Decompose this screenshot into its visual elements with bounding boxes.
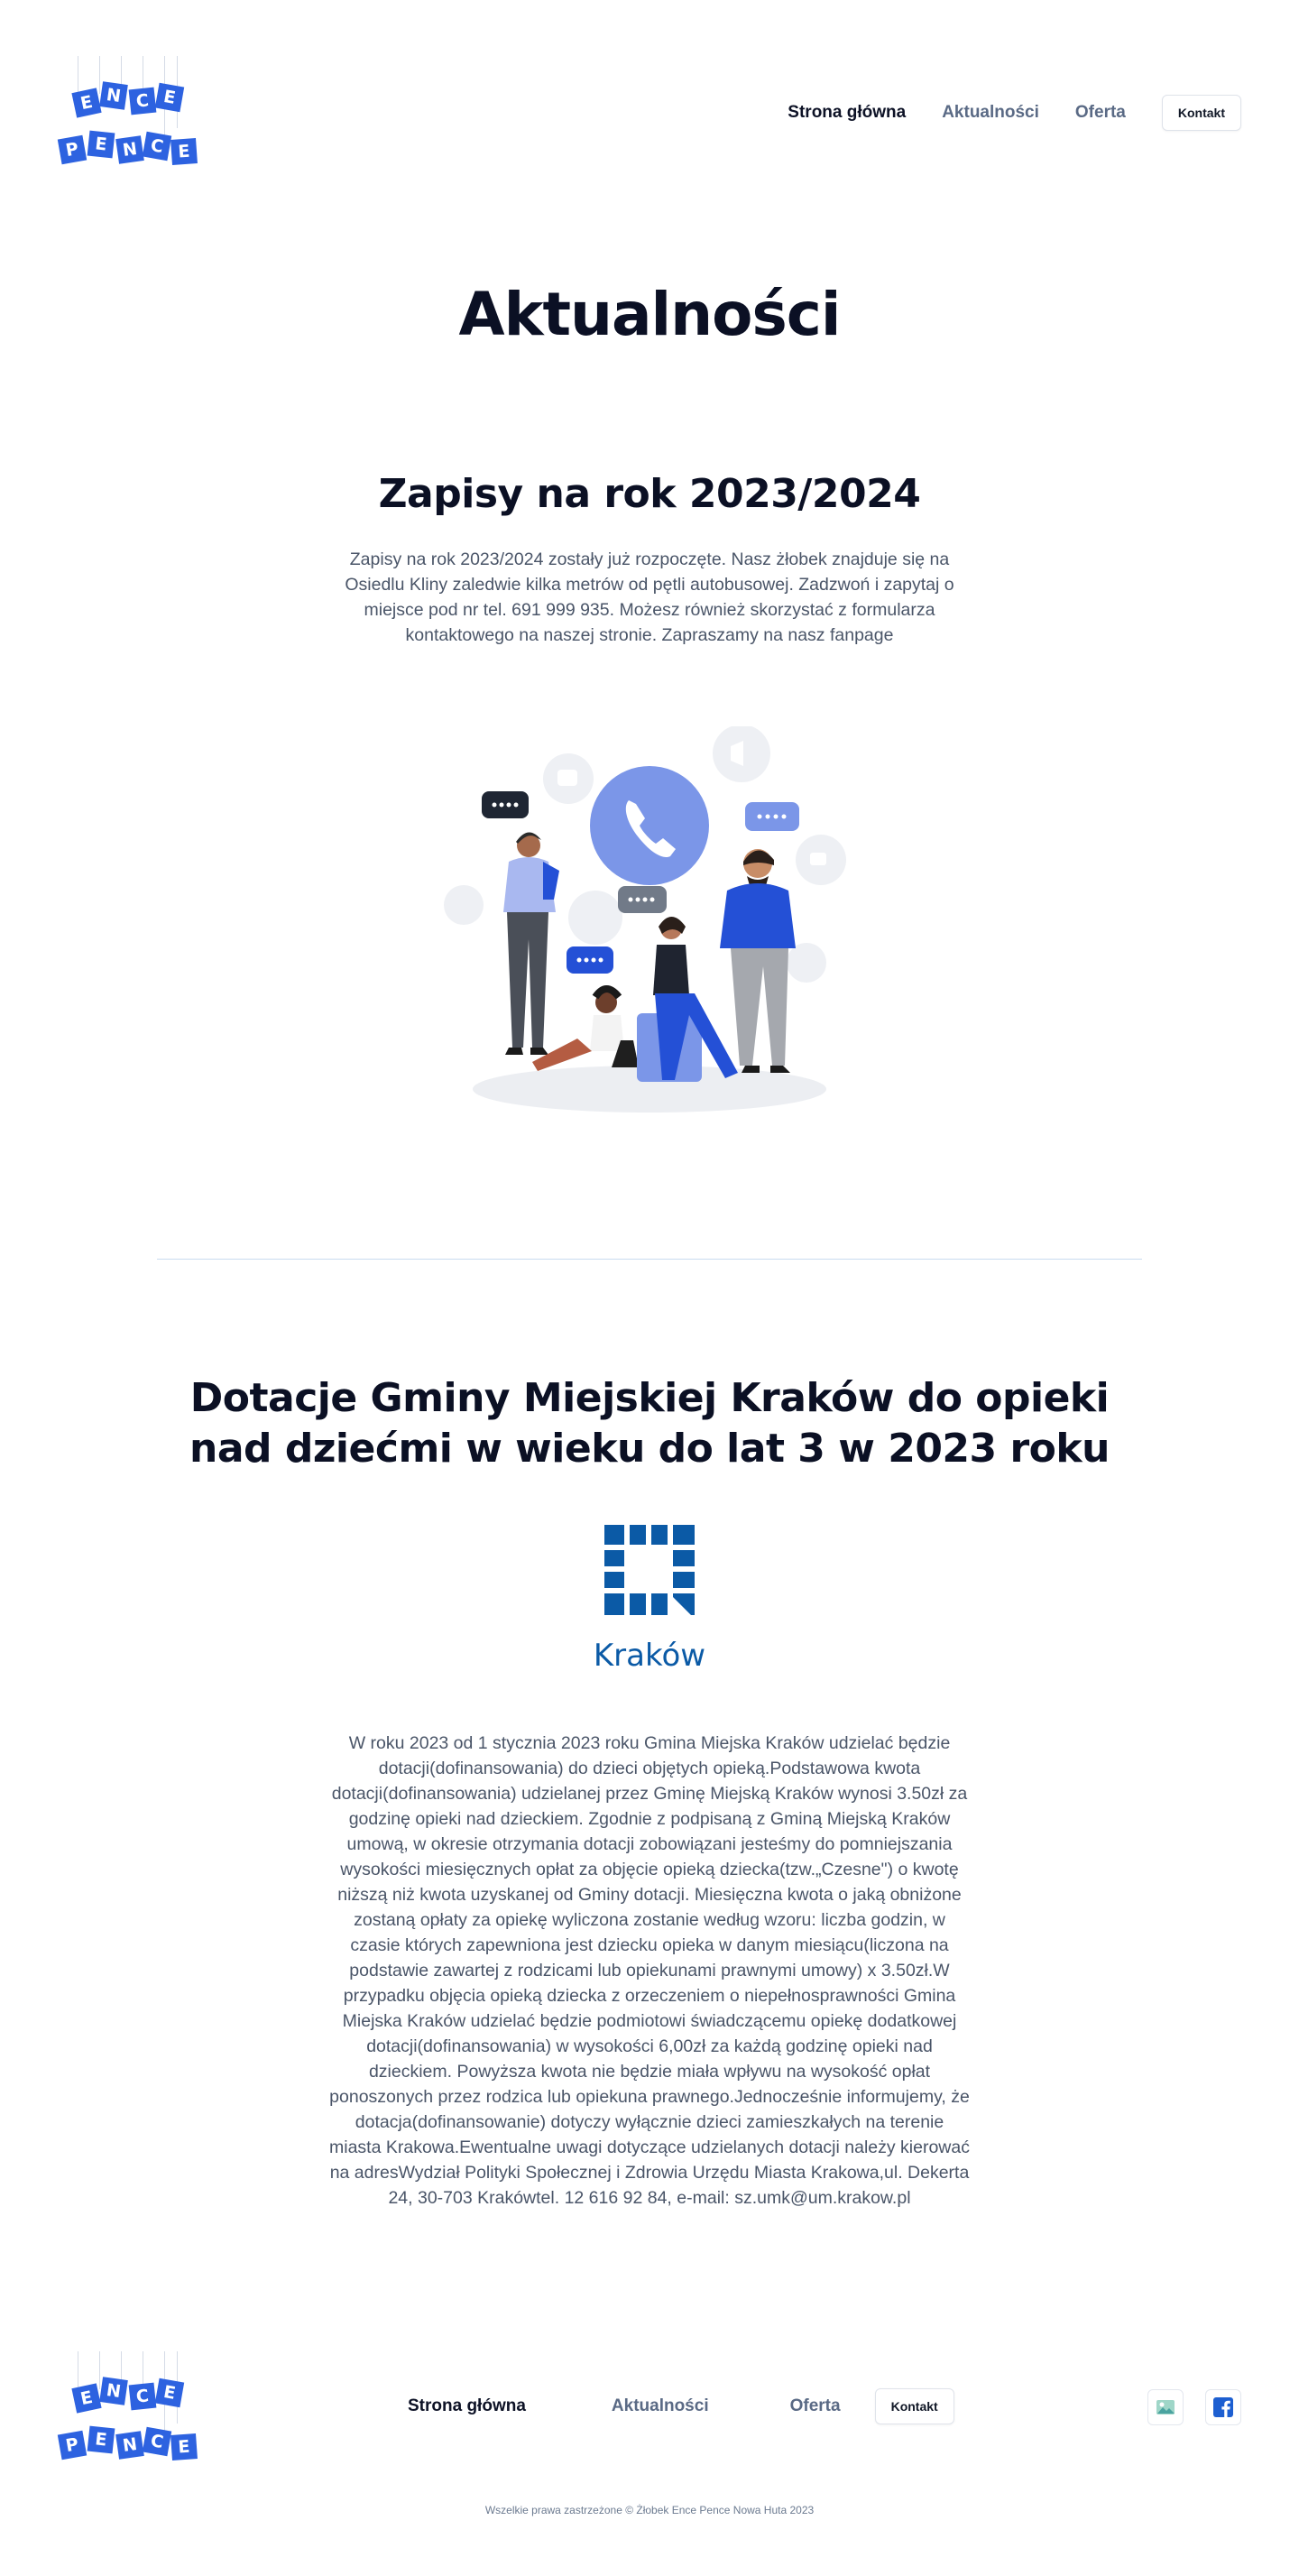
copyright-text: Wszelkie prawa zastrzeżone © Żłobek Ence… — [484, 2504, 815, 2516]
logo-letter: E — [154, 82, 185, 113]
logo-letter: E — [71, 2383, 102, 2414]
logo-letter: P — [57, 2430, 88, 2461]
post-body: W roku 2023 od 1 stycznia 2023 roku Gmin… — [329, 1733, 970, 2208]
post-title: Dotacje Gminy Miejskiej Kraków do opieki… — [189, 1375, 1110, 1472]
post-title: Zapisy na rok 2023/2024 — [378, 471, 921, 517]
footer-nav: Strona główna Aktualności Oferta Kontakt — [408, 2387, 954, 2425]
logo-letter: C — [128, 87, 157, 115]
logo-letter: P — [57, 134, 88, 165]
nav-link-home[interactable]: Strona główna — [788, 103, 906, 123]
logo-letter: C — [128, 2382, 157, 2411]
contact-button[interactable]: Kontakt — [1161, 95, 1241, 131]
facebook-link[interactable] — [1205, 2389, 1241, 2425]
logo-letter: C — [142, 2426, 172, 2457]
footer-link-news[interactable]: Aktualności — [612, 2396, 709, 2416]
logo-letter: E — [170, 138, 198, 165]
logo-letter: E — [170, 2433, 198, 2461]
krakow-logo: Kraków — [594, 1525, 705, 1674]
logo-letter: N — [99, 2377, 128, 2405]
post-body: Zapisy na rok 2023/2024 zostały już rozp… — [345, 549, 954, 645]
nav-link-news[interactable]: Aktualności — [942, 103, 1039, 123]
image-icon — [1156, 2400, 1175, 2414]
footer-link-offer[interactable]: Oferta — [790, 2396, 841, 2416]
krakow-logo-text: Kraków — [594, 1638, 705, 1674]
logo-letter: C — [142, 131, 172, 162]
logo-letter: E — [154, 2377, 185, 2408]
logo-letter: N — [115, 2431, 144, 2460]
image-link[interactable] — [1147, 2389, 1184, 2425]
section-divider — [157, 1259, 1142, 1260]
facebook-icon — [1213, 2397, 1233, 2417]
logo-letter: E — [87, 2425, 115, 2454]
footer-contact-button[interactable]: Kontakt — [874, 2388, 954, 2424]
people-on-phone-illustration — [444, 726, 846, 1113]
main-nav: Strona główna Aktualności Oferta Kontakt — [788, 94, 1241, 132]
footer-link-home[interactable]: Strona główna — [408, 2396, 526, 2416]
logo-letter: E — [71, 88, 102, 118]
ence-pence-logo[interactable]: E N C E P E N C E — [56, 56, 200, 173]
logo-letter: E — [87, 130, 115, 159]
page-title: Aktualności — [458, 280, 841, 349]
logo-letter: N — [115, 135, 144, 164]
site-header: E N C E P E N C E Strona główna Aktualno… — [0, 0, 1299, 180]
nav-link-offer[interactable]: Oferta — [1075, 103, 1126, 123]
ence-pence-logo[interactable]: E N C E P E N C E — [56, 2351, 200, 2469]
logo-letter: N — [99, 81, 128, 110]
